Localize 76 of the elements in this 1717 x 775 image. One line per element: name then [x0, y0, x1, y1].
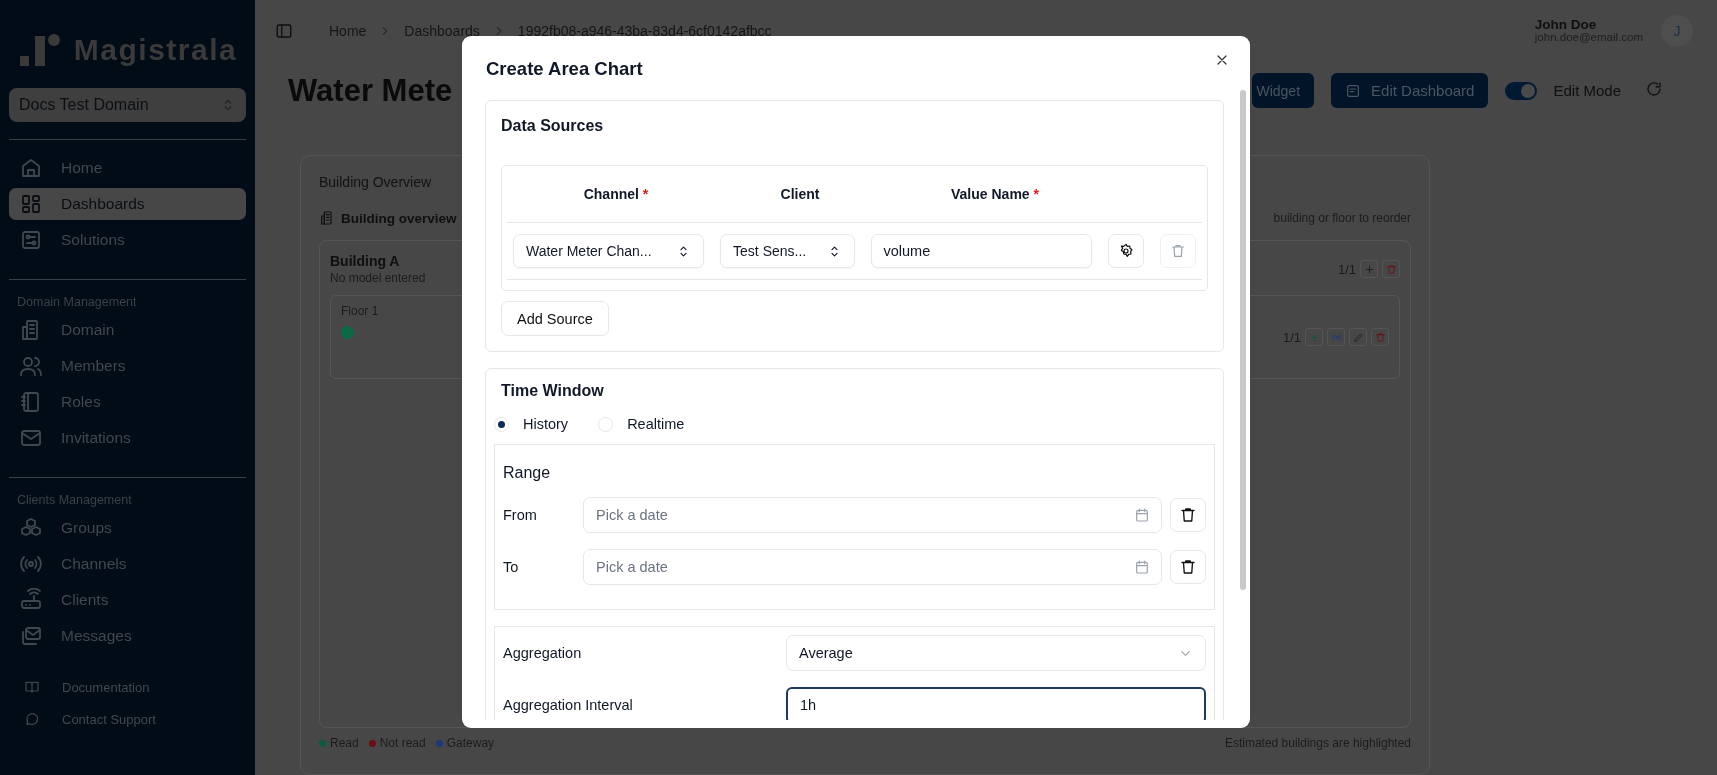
nav-item[interactable]: Channels — [9, 548, 246, 580]
trash-icon — [1385, 263, 1397, 275]
pencil-icon — [1352, 331, 1364, 343]
calendar-icon — [1134, 507, 1150, 523]
mail-stack-icon — [19, 624, 43, 648]
column-header: Value Name * — [950, 186, 1040, 202]
field-label: To — [503, 559, 520, 575]
delete-button[interactable] — [1382, 260, 1400, 278]
book-icon — [24, 679, 40, 695]
plus-icon — [1308, 331, 1320, 343]
nav-item[interactable]: Roles — [9, 386, 246, 418]
toolbar-button[interactable]: Widget — [1252, 73, 1315, 109]
delete-button[interactable] — [1371, 328, 1389, 346]
building-icon — [319, 210, 335, 226]
clear-button[interactable] — [1170, 498, 1206, 532]
field-label: From — [503, 507, 538, 523]
nav-item[interactable]: Groups — [9, 512, 246, 544]
router-icon — [19, 588, 43, 612]
section-heading: Domain Management — [16, 295, 138, 309]
field-label: Aggregation — [503, 645, 583, 661]
client-select[interactable]: Test Sens... — [720, 234, 856, 268]
chat-bubble-icon — [24, 711, 40, 727]
dialog-title: Create Area Chart — [486, 58, 643, 81]
trash-icon — [1170, 243, 1187, 259]
trash-icon — [1179, 558, 1197, 576]
settings-icon — [1118, 243, 1135, 259]
logo-text: Magistrala — [73, 33, 238, 67]
plus-icon — [1363, 263, 1375, 275]
nav-item[interactable]: Dashboards — [9, 188, 246, 220]
calendar-icon — [1134, 559, 1150, 575]
add-source-button[interactable]: Add Source — [501, 301, 609, 336]
edit-button[interactable] — [1349, 328, 1367, 346]
add-button[interactable] — [1305, 328, 1323, 346]
broadcast-icon — [1330, 331, 1342, 343]
users-icon — [19, 354, 43, 378]
trash-icon — [1179, 506, 1197, 524]
section-title: Building overview — [341, 210, 457, 226]
building-name: Building A — [330, 253, 401, 269]
panel-title: Time Window — [500, 382, 605, 400]
page-title: Water Mete — [288, 72, 453, 109]
toggle-label: Edit Mode — [1553, 82, 1621, 100]
refresh-icon — [1645, 79, 1663, 98]
column-header: Channel * — [582, 186, 650, 202]
value-name-field[interactable]: volume — [871, 234, 1093, 268]
nav-item[interactable]: Messages — [9, 620, 246, 652]
settings-button[interactable] — [1108, 234, 1145, 268]
footer-link[interactable]: Documentation — [9, 672, 246, 702]
nav-item[interactable]: Domain — [9, 314, 246, 346]
aggregation-select[interactable]: Average — [786, 635, 1206, 671]
nav-item[interactable]: Solutions — [9, 224, 246, 256]
radio-option[interactable]: History — [494, 416, 569, 432]
date-field[interactable]: Pick a date — [583, 549, 1162, 585]
interval-field[interactable]: 1h — [786, 686, 1206, 720]
footer-link[interactable]: Contact Support — [9, 704, 246, 734]
clear-button[interactable] — [1170, 550, 1206, 584]
field-label: Aggregation Interval — [503, 697, 634, 713]
panel-title: Data Sources — [501, 117, 605, 135]
date-field[interactable]: Pick a date — [583, 497, 1162, 533]
section-heading: Clients Management — [16, 493, 133, 507]
nav-item[interactable]: Home — [9, 152, 246, 184]
nav-item[interactable]: Members — [9, 350, 246, 382]
add-button[interactable] — [1360, 260, 1378, 278]
nav-item[interactable]: Invitations — [9, 422, 246, 454]
dashboard-grid-icon — [19, 192, 43, 216]
edit-mode-toggle[interactable] — [1505, 81, 1538, 100]
toolbar-button[interactable]: Edit Dashboard — [1331, 73, 1489, 109]
radio-option[interactable]: Realtime — [598, 416, 685, 432]
channel-select[interactable]: Water Meter Chan... — [513, 234, 705, 268]
sensor-button[interactable] — [1327, 328, 1345, 346]
column-header: Client — [779, 186, 821, 202]
trash-icon — [1374, 331, 1386, 343]
home-icon — [19, 156, 43, 180]
nav-item[interactable]: Clients — [9, 584, 246, 616]
sidebar-toggle-icon — [275, 21, 293, 40]
range-title: Range — [503, 464, 552, 482]
user-name: John Doe — [1534, 17, 1598, 31]
